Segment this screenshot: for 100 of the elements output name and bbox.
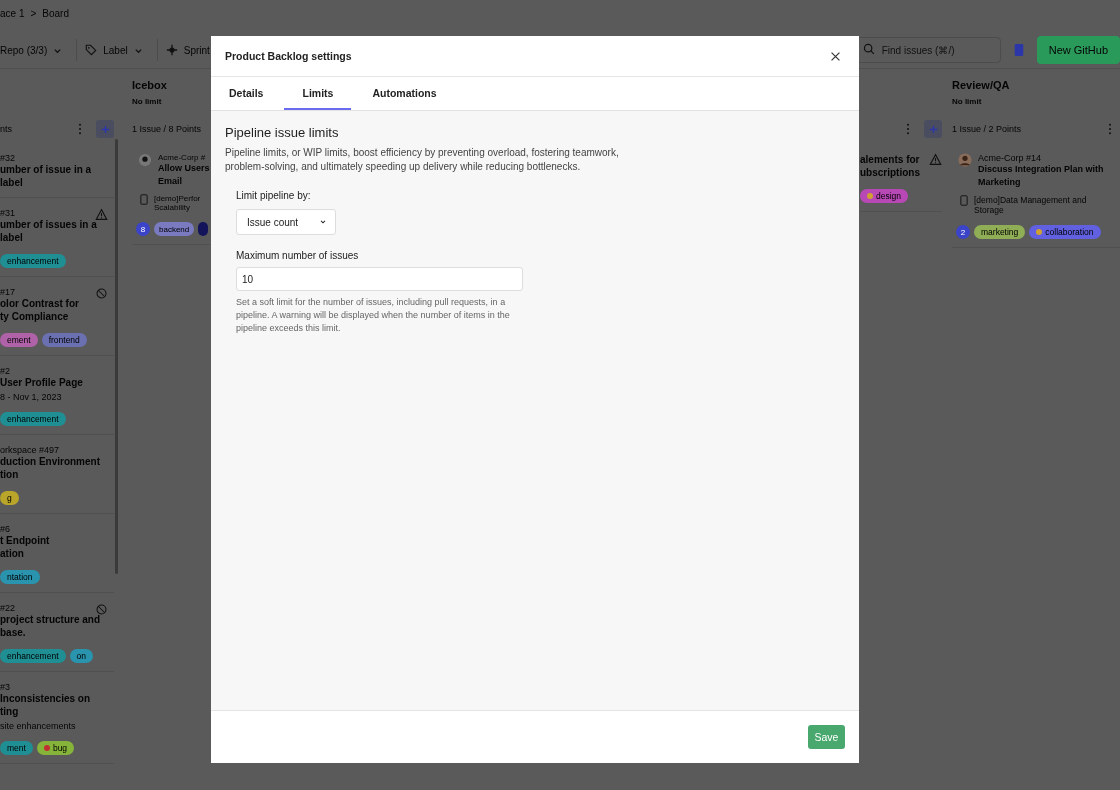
github-avatar-icon [138, 153, 152, 167]
label-tag: backend [154, 222, 195, 236]
column-count: nts [0, 124, 12, 134]
label-tag: collaboration [1029, 225, 1101, 239]
issue-reference: #31 [0, 208, 17, 218]
label-tag: design [860, 189, 909, 203]
limit-dropdown[interactable]: Issue count [236, 209, 336, 235]
issue-card[interactable]: orkspace #497 duction Environment tion g [0, 435, 114, 514]
column-count: 1 Issue / 8 Points [132, 124, 202, 134]
label-tag: ement [0, 333, 38, 347]
more-icon[interactable] [1108, 123, 1112, 135]
sprint-icon [165, 44, 178, 56]
issue-reference: #6 [0, 524, 11, 534]
issue-card[interactable]: #22 project structure and base. enhancement on [0, 593, 114, 672]
issue-card[interactable]: #31 umber of issues in a label enhancement [0, 198, 114, 277]
warning-icon [929, 153, 942, 166]
issue-card[interactable]: alements for ubscriptions design [860, 143, 942, 212]
tab[interactable]: Limits [284, 77, 352, 110]
issue-title: umber of issue in a [0, 163, 92, 176]
issue-card[interactable]: Acme-Corp # Allow Users Email [demo]Perfor Scalability 8 backend [132, 143, 210, 245]
plus-icon [928, 124, 938, 134]
label-tag: marketing [974, 225, 1026, 239]
issue-meta: 8 - Nov 1, 2023 [0, 392, 63, 402]
issue-card[interactable]: #2 User Profile Page 8 - Nov 1, 2023 enhancement [0, 356, 114, 435]
issue-title: olor Contrast for [0, 297, 79, 310]
label-tag: g [0, 491, 19, 505]
column-title: Icebox [132, 79, 168, 91]
issue-title: Discuss Integration Plan with [978, 163, 1104, 176]
estimate-badge: 8 [136, 222, 150, 236]
issue-card[interactable]: #6 t Endpoint ation ntation [0, 514, 114, 593]
label-tag: enhancement [0, 254, 66, 268]
label-tag: frontend [41, 333, 87, 347]
epic-name: Scalability [154, 203, 191, 212]
new-issue-button[interactable]: New GitHub [1036, 36, 1120, 64]
warning-icon [95, 208, 108, 221]
issue-title: duction Environment [0, 455, 100, 468]
breadcrumb-item[interactable]: ace 1 [0, 8, 25, 28]
plus-icon [100, 124, 110, 134]
issue-title: label [0, 176, 24, 189]
issue-title: Allow Users [158, 162, 210, 175]
help-text: Set a soft limit for the number of issues, including pull requests, in a pipeline. A warning will be displayed when the number of items in the pipeline exceeds this limit. [236, 296, 511, 335]
more-icon[interactable] [906, 123, 910, 135]
dialog-title: Product Backlog settings [225, 50, 352, 62]
issue-title: alements for [860, 153, 920, 166]
blocked-icon [95, 603, 108, 616]
issue-title: label [0, 231, 24, 244]
issue-reference: #3 [0, 682, 11, 692]
tab[interactable]: Details [217, 77, 276, 110]
issue-title: Inconsistencies on [0, 692, 91, 705]
issue-reference: #17 [0, 287, 17, 297]
label-tag: bug [36, 741, 75, 755]
issue-title: Email [158, 175, 183, 188]
epic-icon [140, 194, 148, 205]
column-limit: No limit [952, 97, 983, 106]
field-label: Limit pipeline by: [236, 190, 312, 201]
epic-name: Storage [974, 205, 1005, 215]
issue-title: ation [0, 547, 25, 560]
column-title: Review/QA [952, 79, 1011, 91]
issue-reference: #32 [0, 153, 17, 163]
document-icon[interactable] [1012, 43, 1025, 57]
tag-icon [85, 44, 98, 56]
label-tag: enhancement [0, 649, 66, 663]
issue-reference: Acme-Corp # [158, 153, 207, 162]
label-tag: ntation [0, 570, 40, 584]
more-icon[interactable] [78, 123, 82, 135]
issue-reference: Acme-Corp #14 [978, 153, 1043, 163]
save-button[interactable]: Save [808, 725, 845, 749]
issue-title: umber of issues in a [0, 218, 97, 231]
issue-title: t Endpoint [0, 534, 50, 547]
issue-title: User Profile Page [0, 376, 83, 389]
issue-title: ty Compliance [0, 310, 70, 323]
scrollbar[interactable] [115, 139, 118, 574]
issue-title: ubscriptions [860, 166, 920, 179]
search-icon [862, 43, 875, 55]
issue-title: Marketing [978, 176, 1022, 189]
label-tag: ment [0, 741, 33, 755]
input-field[interactable]: 10 [236, 267, 523, 291]
issue-meta: site enhancements [0, 721, 77, 731]
column-count: 1 Issue / 2 Points [952, 124, 1022, 134]
breadcrumb-item[interactable]: Board [42, 8, 69, 28]
issue-card[interactable]: #32 umber of issue in a label [0, 143, 114, 198]
epic-icon [960, 195, 968, 206]
breadcrumb-separator: > [30, 8, 37, 21]
issue-reference: #2 [0, 366, 11, 376]
issue-card[interactable]: Acme-Corp #14 Discuss Integration Plan with Marketing [demo]Data Management and Storage 2 marketing collaboration [952, 143, 1120, 248]
epic-name: [demo]Perfor [154, 194, 201, 203]
issue-title: project structure and [0, 613, 101, 626]
filter-button[interactable]: Repo (3/3) [0, 39, 78, 61]
issue-title: base. [0, 626, 27, 639]
label-tag: on [69, 649, 93, 663]
filter-button[interactable]: Sprint [165, 39, 224, 61]
tab[interactable]: Automations [360, 77, 449, 110]
issue-card[interactable]: #17 olor Contrast for ty Compliance ement frontend [0, 277, 114, 356]
issue-card[interactable]: #3 Inconsistencies on ting site enhancements ment bug [0, 672, 114, 764]
filter-button[interactable]: Label [85, 39, 158, 61]
issue-title: ting [0, 705, 20, 718]
label-tag: enhancement [0, 412, 66, 426]
section-description: Pipeline limits, or WIP limits, boost efficiency by preventing overload, fostering teamwork, problem-solving, and ultimately speeding up delivery while reducing bottlenecks. [225, 146, 620, 174]
close-icon[interactable] [830, 50, 841, 62]
epic-name: [demo]Data Management and [974, 195, 1087, 205]
